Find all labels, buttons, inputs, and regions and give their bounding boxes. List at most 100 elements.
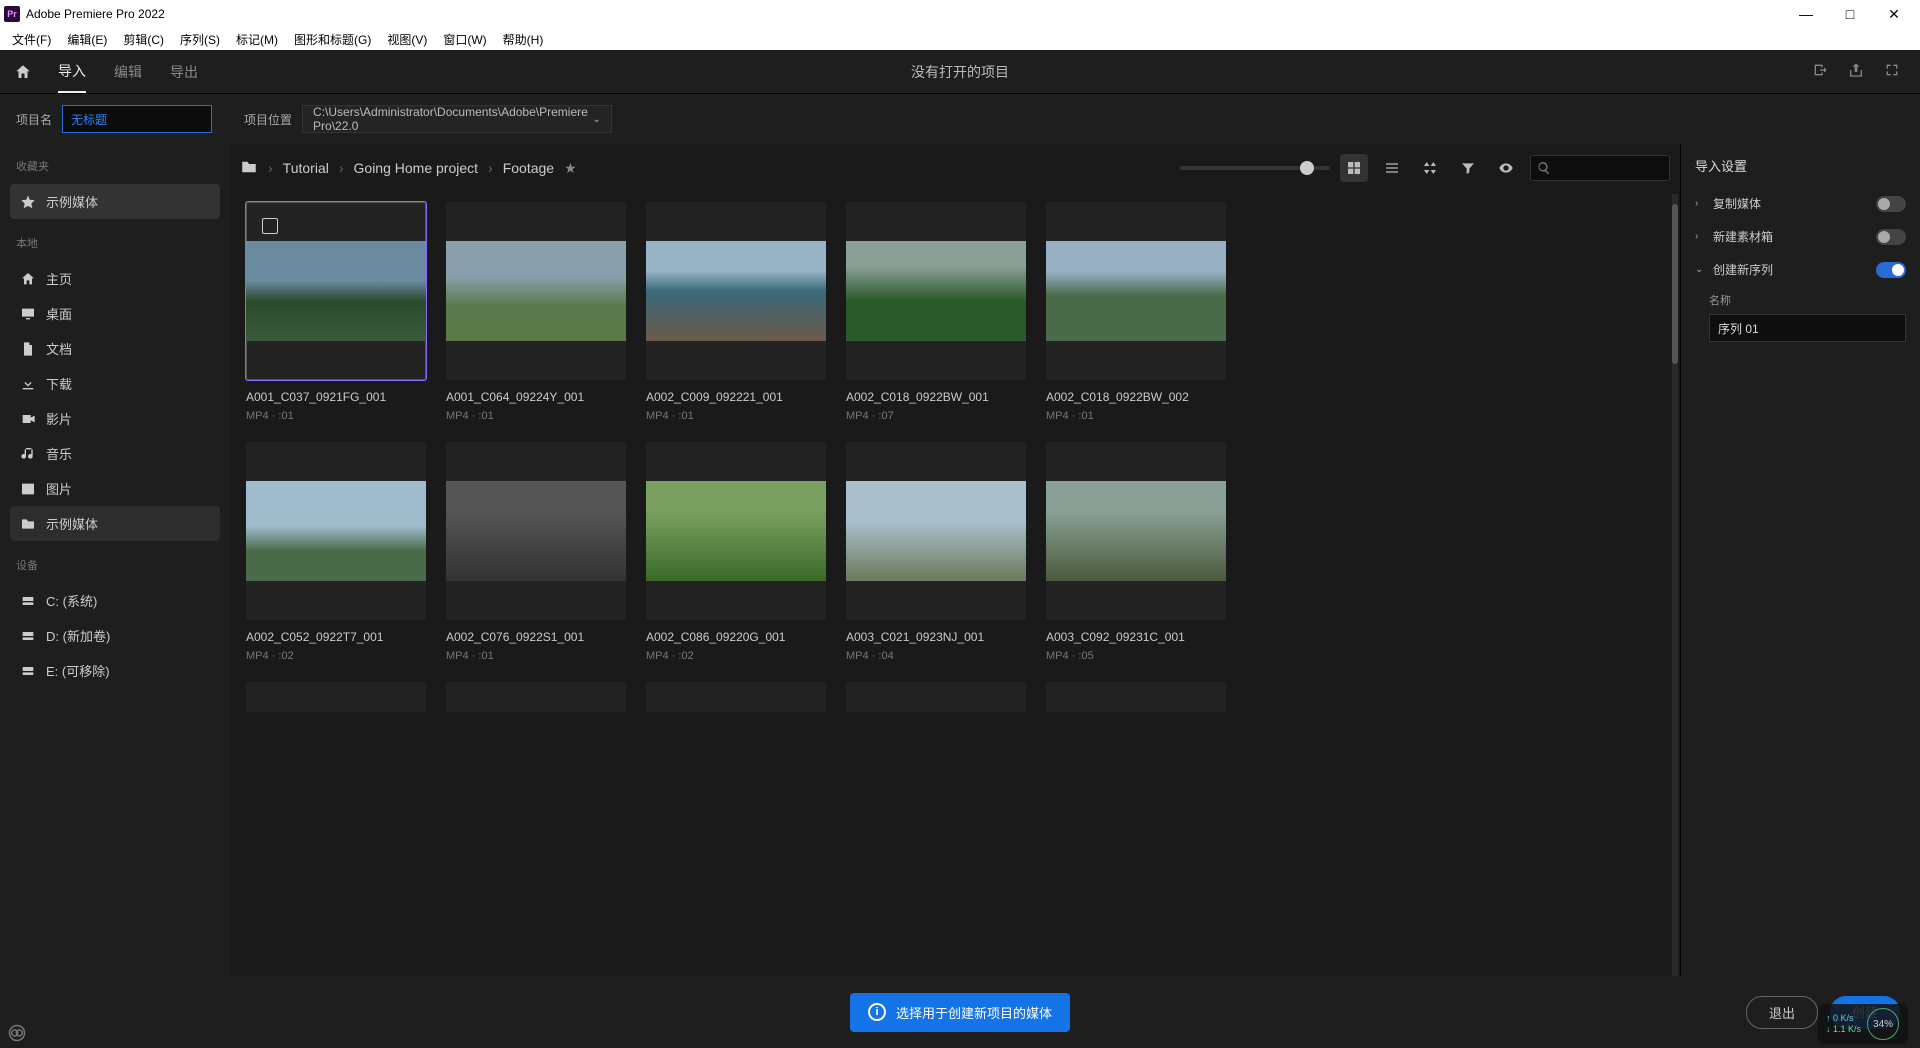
drive-icon xyxy=(20,593,36,609)
toggle-switch[interactable] xyxy=(1876,262,1906,278)
clip-item[interactable]: A002_C009_092221_001MP4 · :01 xyxy=(646,202,826,422)
menu-item[interactable]: 序列(S) xyxy=(174,31,226,48)
menu-item[interactable]: 窗口(W) xyxy=(437,31,492,48)
menu-item[interactable]: 视图(V) xyxy=(381,31,433,48)
scrollbar[interactable] xyxy=(1672,194,1678,1048)
minimize-button[interactable]: — xyxy=(1784,0,1828,28)
sidebar-item-label: 下载 xyxy=(46,374,72,393)
toggle-switch[interactable] xyxy=(1876,196,1906,212)
mode-tab[interactable]: 导入 xyxy=(58,51,86,93)
clip-checkbox[interactable] xyxy=(262,218,278,234)
clip-thumbnail[interactable] xyxy=(446,202,626,380)
clip-thumbnail[interactable] xyxy=(246,202,426,380)
clip-thumbnail[interactable] xyxy=(646,682,826,712)
clip-item[interactable] xyxy=(1046,682,1226,712)
sidebar-item[interactable]: 桌面 xyxy=(10,296,220,331)
quick-export-icon[interactable] xyxy=(1812,62,1828,81)
clip-item[interactable]: A002_C076_0922S1_001MP4 · :01 xyxy=(446,442,626,662)
clip-item[interactable]: A002_C086_09220G_001MP4 · :02 xyxy=(646,442,826,662)
clip-thumbnail[interactable] xyxy=(246,682,426,712)
clip-thumbnail[interactable] xyxy=(1046,682,1226,712)
clip-item[interactable] xyxy=(846,682,1026,712)
star-icon[interactable]: ★ xyxy=(564,160,577,177)
sidebar-item[interactable]: 示例媒体 xyxy=(10,184,220,219)
clip-item[interactable]: A002_C052_0922T7_001MP4 · :02 xyxy=(246,442,426,662)
thumbnail-zoom-slider[interactable] xyxy=(1180,166,1330,170)
desktop-icon xyxy=(20,306,36,322)
sidebar-item[interactable]: 主页 xyxy=(10,261,220,296)
clip-thumbnail[interactable] xyxy=(646,442,826,620)
menu-item[interactable]: 剪辑(C) xyxy=(117,31,170,48)
clip-thumbnail[interactable] xyxy=(446,442,626,620)
clip-thumbnail[interactable] xyxy=(1046,202,1226,380)
clip-item[interactable]: A001_C064_09224Y_001MP4 · :01 xyxy=(446,202,626,422)
menu-item[interactable]: 图形和标题(G) xyxy=(288,31,377,48)
list-view-button[interactable] xyxy=(1378,154,1406,182)
settings-row[interactable]: ›新建素材箱 xyxy=(1695,220,1906,253)
clip-name: A002_C076_0922S1_001 xyxy=(446,630,626,644)
search-input[interactable] xyxy=(1530,155,1670,181)
clip-name: A002_C018_0922BW_002 xyxy=(1046,390,1226,404)
mode-tab[interactable]: 编辑 xyxy=(114,52,142,92)
clip-item[interactable]: A002_C018_0922BW_002MP4 · :01 xyxy=(1046,202,1226,422)
mode-tab[interactable]: 导出 xyxy=(170,52,198,92)
menu-item[interactable]: 帮助(H) xyxy=(497,31,550,48)
sort-button[interactable] xyxy=(1416,154,1444,182)
sidebar-item[interactable]: 文档 xyxy=(10,331,220,366)
clip-name: A003_C092_09231C_001 xyxy=(1046,630,1226,644)
clip-thumbnail[interactable] xyxy=(846,442,1026,620)
menu-item[interactable]: 文件(F) xyxy=(6,31,57,48)
exit-button[interactable]: 退出 xyxy=(1746,996,1818,1029)
menu-item[interactable]: 标记(M) xyxy=(230,31,284,48)
menu-item[interactable]: 编辑(E) xyxy=(61,31,113,48)
project-location-dropdown[interactable]: C:\Users\Administrator\Documents\Adobe\P… xyxy=(302,105,612,133)
project-location-value: C:\Users\Administrator\Documents\Adobe\P… xyxy=(313,105,592,133)
clip-thumbnail[interactable] xyxy=(1046,442,1226,620)
left-sidebar: 收藏夹 示例媒体 本地 主页桌面文档下载影片音乐图片示例媒体 设备 C: (系统… xyxy=(0,144,230,1048)
fullscreen-icon[interactable] xyxy=(1884,62,1900,81)
clip-item[interactable]: A001_C037_0921FG_001MP4 · :01 xyxy=(246,202,426,422)
breadcrumb-item[interactable]: Tutorial xyxy=(283,160,329,176)
sidebar-item-label: 示例媒体 xyxy=(46,192,98,211)
toggle-switch[interactable] xyxy=(1876,229,1906,245)
maximize-button[interactable]: □ xyxy=(1828,0,1872,28)
grid-view-button[interactable] xyxy=(1340,154,1368,182)
sidebar-item[interactable]: 下载 xyxy=(10,366,220,401)
sidebar-item[interactable]: 示例媒体 xyxy=(10,506,220,541)
clip-item[interactable] xyxy=(246,682,426,712)
clip-thumbnail[interactable] xyxy=(646,202,826,380)
breadcrumb-item[interactable]: Going Home project xyxy=(354,160,479,176)
breadcrumb-item[interactable]: Footage xyxy=(503,160,554,176)
clip-thumbnail[interactable] xyxy=(446,682,626,712)
sequence-name-input[interactable] xyxy=(1709,314,1906,342)
filter-button[interactable] xyxy=(1454,154,1482,182)
sidebar-item[interactable]: 影片 xyxy=(10,401,220,436)
clip-item[interactable]: A003_C021_0923NJ_001MP4 · :04 xyxy=(846,442,1026,662)
share-icon[interactable] xyxy=(1848,62,1864,81)
home-button[interactable] xyxy=(0,63,46,81)
clip-item[interactable] xyxy=(646,682,826,712)
clip-item[interactable]: A002_C018_0922BW_001MP4 · :07 xyxy=(846,202,1026,422)
clip-meta: MP4 · :02 xyxy=(646,650,826,662)
drive-icon xyxy=(20,628,36,644)
sidebar-item[interactable]: 图片 xyxy=(10,471,220,506)
clip-thumbnail[interactable] xyxy=(846,682,1026,712)
sidebar-item[interactable]: 音乐 xyxy=(10,436,220,471)
clip-thumbnail[interactable] xyxy=(246,442,426,620)
sidebar-item[interactable]: E: (可移除) xyxy=(10,653,220,688)
settings-row[interactable]: ›复制媒体 xyxy=(1695,187,1906,220)
creative-cloud-icon[interactable] xyxy=(8,1024,26,1042)
sidebar-item[interactable]: C: (系统) xyxy=(10,583,220,618)
chevron-icon: › xyxy=(1695,198,1705,209)
clip-item[interactable]: A003_C092_09231C_001MP4 · :05 xyxy=(1046,442,1226,662)
clip-item[interactable] xyxy=(446,682,626,712)
clip-thumbnail[interactable] xyxy=(846,202,1026,380)
folder-icon[interactable] xyxy=(240,158,258,179)
close-button[interactable]: ✕ xyxy=(1872,0,1916,28)
visibility-button[interactable] xyxy=(1492,154,1520,182)
project-name-input[interactable] xyxy=(62,105,212,133)
sidebar-item[interactable]: D: (新加卷) xyxy=(10,618,220,653)
panel-title: 导入设置 xyxy=(1695,156,1906,175)
settings-row[interactable]: ⌄创建新序列 xyxy=(1695,253,1906,286)
clip-grid-scroll[interactable]: A001_C037_0921FG_001MP4 · :01A001_C064_0… xyxy=(230,192,1680,1048)
